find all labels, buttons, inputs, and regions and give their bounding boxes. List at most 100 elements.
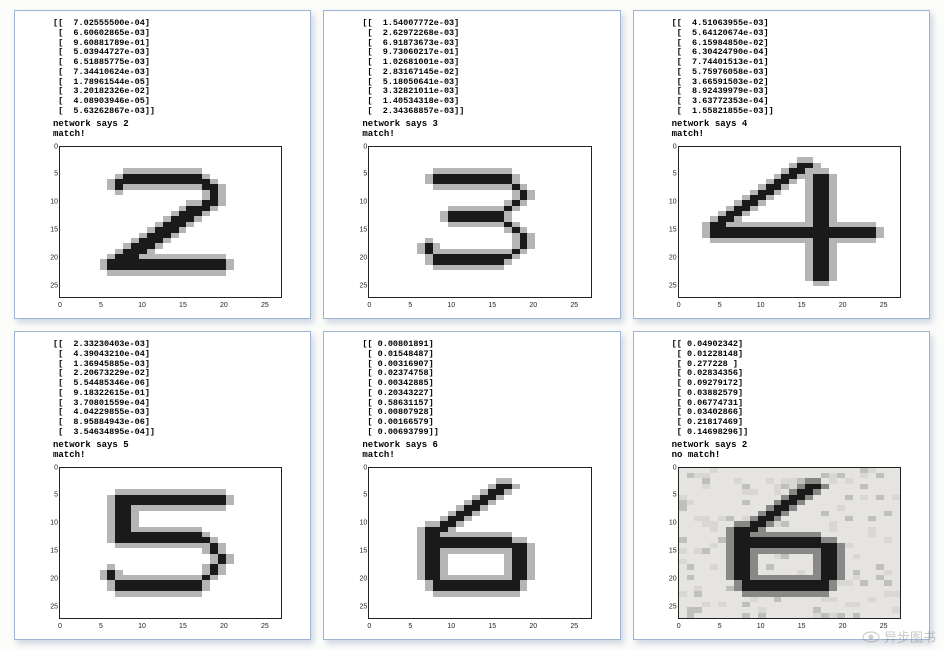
y-tick: 20 [353,255,367,262]
x-tick: 5 [99,302,103,309]
digit-plot: 05101520250510152025 [59,467,292,633]
probability-array: [[ 4.51063955e-03] [ 5.64120674e-03] [ 6… [672,19,921,117]
x-tick: 5 [408,623,412,630]
x-tick: 25 [261,623,269,630]
x-tick: 15 [488,623,496,630]
plot-axes: 05101520250510152025 [368,146,591,298]
pixel-grid [679,468,900,618]
y-tick: 5 [663,171,677,178]
network-prediction: network says 6 [362,440,611,450]
y-tick: 20 [44,576,58,583]
network-prediction: network says 2 [53,119,302,129]
match-status: no match! [672,450,921,460]
y-tick: 15 [353,227,367,234]
y-tick: 0 [353,464,367,471]
y-tick: 5 [44,492,58,499]
x-tick: 5 [718,302,722,309]
digit-plot: 05101520250510152025 [678,467,911,633]
y-tick: 25 [353,282,367,289]
x-tick: 15 [179,302,187,309]
output-panel-3: [[ 2.33230403e-03] [ 4.39043210e-04] [ 1… [14,331,311,640]
y-tick: 5 [353,492,367,499]
x-tick: 5 [99,623,103,630]
y-tick: 5 [663,492,677,499]
match-status: match! [53,129,302,139]
digit-plot: 05101520250510152025 [678,146,911,312]
match-status: match! [53,450,302,460]
output-panel-0: [[ 7.02555500e-04] [ 6.60602865e-03] [ 9… [14,10,311,319]
network-prediction: network says 2 [672,440,921,450]
y-tick: 25 [663,282,677,289]
output-panel-5: [[ 0.04902342] [ 0.01228148] [ 0.277228 … [633,331,930,640]
probability-array: [[ 1.54007772e-03] [ 2.62972268e-03] [ 6… [362,19,611,117]
y-tick: 0 [663,143,677,150]
eye-icon [862,630,880,644]
pixel-grid [369,468,590,618]
y-tick: 20 [663,576,677,583]
network-prediction: network says 5 [53,440,302,450]
watermark: 异步图书 [862,627,936,646]
x-tick: 5 [718,623,722,630]
x-tick: 20 [529,623,537,630]
y-tick: 0 [44,143,58,150]
plot-axes: 05101520250510152025 [59,146,282,298]
digit-plot: 05101520250510152025 [368,467,601,633]
plot-axes: 05101520250510152025 [59,467,282,619]
x-tick: 10 [138,623,146,630]
x-tick: 0 [58,302,62,309]
y-tick: 10 [663,520,677,527]
x-tick: 0 [367,302,371,309]
x-tick: 25 [880,302,888,309]
pixel-grid [60,468,281,618]
x-tick: 10 [447,623,455,630]
x-tick: 25 [570,302,578,309]
match-status: match! [362,450,611,460]
x-tick: 20 [220,302,228,309]
x-tick: 10 [447,302,455,309]
y-tick: 10 [44,520,58,527]
y-tick: 0 [44,464,58,471]
y-tick: 15 [663,227,677,234]
y-tick: 0 [353,143,367,150]
watermark-text: 异步图书 [884,627,936,646]
y-tick: 10 [663,199,677,206]
x-tick: 25 [570,623,578,630]
x-tick: 15 [798,302,806,309]
x-tick: 0 [58,623,62,630]
x-tick: 10 [757,623,765,630]
output-panel-2: [[ 4.51063955e-03] [ 5.64120674e-03] [ 6… [633,10,930,319]
y-tick: 15 [44,227,58,234]
x-tick: 10 [138,302,146,309]
y-tick: 25 [663,603,677,610]
probability-array: [[ 0.04902342] [ 0.01228148] [ 0.277228 … [672,340,921,438]
match-status: match! [362,129,611,139]
y-tick: 15 [663,548,677,555]
y-tick: 0 [663,464,677,471]
y-tick: 20 [353,576,367,583]
network-prediction: network says 3 [362,119,611,129]
x-tick: 20 [220,623,228,630]
y-tick: 20 [663,255,677,262]
plot-axes: 05101520250510152025 [368,467,591,619]
y-tick: 15 [44,548,58,555]
x-tick: 20 [839,623,847,630]
network-prediction: network says 4 [672,119,921,129]
y-tick: 25 [44,282,58,289]
pixel-grid [369,147,590,297]
x-tick: 25 [261,302,269,309]
x-tick: 15 [179,623,187,630]
digit-plot: 05101520250510152025 [368,146,601,312]
probability-array: [[ 7.02555500e-04] [ 6.60602865e-03] [ 9… [53,19,302,117]
output-panel-1: [[ 1.54007772e-03] [ 2.62972268e-03] [ 6… [323,10,620,319]
x-tick: 15 [798,623,806,630]
x-tick: 20 [529,302,537,309]
y-tick: 10 [353,199,367,206]
x-tick: 5 [408,302,412,309]
plot-axes: 05101520250510152025 [678,146,901,298]
probability-array: [[ 0.00801891] [ 0.01548487] [ 0.0031690… [362,340,611,438]
x-tick: 10 [757,302,765,309]
x-tick: 15 [488,302,496,309]
plot-axes: 05101520250510152025 [678,467,901,619]
y-tick: 20 [44,255,58,262]
output-panel-4: [[ 0.00801891] [ 0.01548487] [ 0.0031690… [323,331,620,640]
